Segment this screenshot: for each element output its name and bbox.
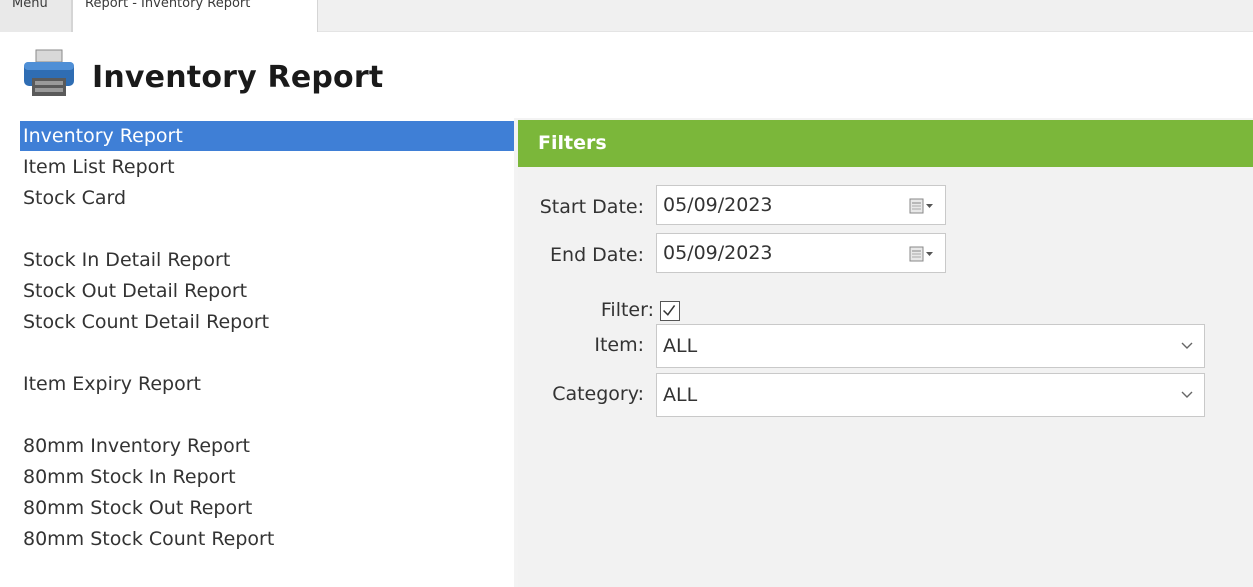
item-label: Item: [594, 334, 644, 356]
category-select[interactable]: ALL [656, 373, 1205, 417]
report-item-80mm-inventory[interactable]: 80mm Inventory Report [20, 431, 514, 461]
report-item-stock-out-detail[interactable]: Stock Out Detail Report [20, 276, 514, 306]
category-select-value: ALL [663, 384, 698, 406]
report-item-80mm-stock-in[interactable]: 80mm Stock In Report [20, 462, 514, 492]
chevron-down-icon [1181, 342, 1193, 349]
filters-header: Filters [518, 120, 1253, 167]
end-date-label: End Date: [550, 244, 644, 266]
calendar-dropdown-icon[interactable] [909, 245, 935, 263]
report-item-80mm-stock-out[interactable]: 80mm Stock Out Report [20, 493, 514, 523]
calendar-dropdown-icon[interactable] [909, 197, 935, 215]
report-list: Inventory Report Item List Report Stock … [0, 118, 514, 587]
page-title: Inventory Report [92, 60, 384, 95]
tab-strip: Menu Report - Inventory Report [0, 0, 1253, 32]
report-item-stock-card[interactable]: Stock Card [20, 183, 514, 213]
tab-menu-label: Menu [12, 0, 48, 11]
tab-menu[interactable]: Menu [0, 0, 72, 32]
filter-label: Filter: [600, 299, 654, 321]
filter-checkbox[interactable] [660, 301, 680, 321]
report-item-inventory-report[interactable]: Inventory Report [20, 121, 514, 151]
report-item-80mm-stock-count[interactable]: 80mm Stock Count Report [20, 524, 514, 554]
category-label: Category: [552, 383, 644, 405]
tab-inventory-report-label: Report - Inventory Report [85, 0, 251, 11]
report-item-item-expiry[interactable]: Item Expiry Report [20, 369, 514, 399]
start-date-field[interactable]: 05/09/2023 [656, 185, 946, 225]
item-select-value: ALL [663, 335, 698, 357]
end-date-field[interactable]: 05/09/2023 [656, 233, 946, 273]
tab-inventory-report[interactable]: Report - Inventory Report [72, 0, 318, 32]
item-select[interactable]: ALL [656, 324, 1205, 368]
chevron-down-icon [1181, 391, 1193, 398]
checkmark-icon [663, 304, 676, 316]
report-item-stock-count-detail[interactable]: Stock Count Detail Report [20, 307, 514, 337]
filters-panel: Filters Start Date: 05/09/2023 End Date:… [518, 120, 1253, 587]
end-date-value: 05/09/2023 [663, 242, 773, 264]
report-item-stock-in-detail[interactable]: Stock In Detail Report [20, 245, 514, 275]
printer-icon [24, 49, 74, 96]
page-header: Inventory Report [0, 32, 1253, 118]
report-item-item-list-report[interactable]: Item List Report [20, 152, 514, 182]
filters-title: Filters [538, 132, 607, 154]
start-date-value: 05/09/2023 [663, 194, 773, 216]
start-date-label: Start Date: [539, 196, 644, 218]
